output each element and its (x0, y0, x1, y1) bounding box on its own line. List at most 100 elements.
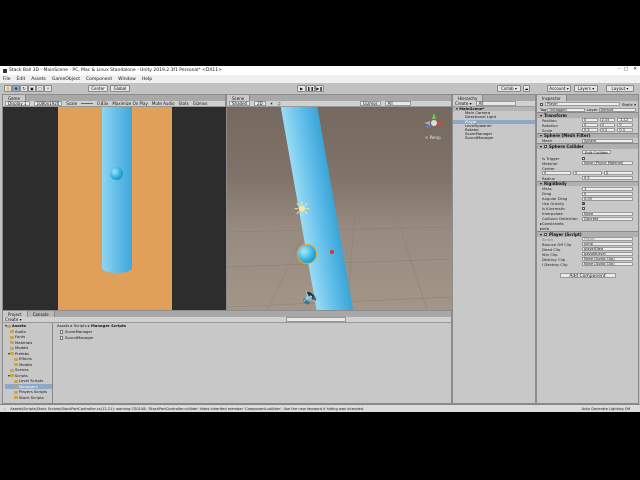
is-kinematic-checkbox[interactable] (582, 207, 585, 210)
dead-clip-field[interactable]: playerDied (582, 247, 633, 251)
gizmos-dropdown[interactable]: Gizmos (193, 101, 208, 106)
interpolate-dropdown[interactable]: None (582, 211, 633, 216)
tree-item[interactable]: Stack Scripts (5, 395, 52, 401)
hierarchy-item-sound-manager[interactable]: SoundManager (453, 136, 535, 140)
center-y[interactable]: 0 (573, 171, 602, 175)
project-create-dropdown[interactable]: Create ▾ (5, 317, 22, 322)
step-button[interactable]: ▶❚ (315, 84, 324, 92)
maximize-on-play-toggle[interactable]: Maximize On Play (112, 101, 148, 106)
space-toggle[interactable]: Global (110, 84, 130, 92)
tab-game[interactable]: Game (3, 95, 26, 101)
pause-button[interactable]: ❚❚ (306, 84, 315, 92)
transform-tool-icon[interactable]: ✧ (44, 84, 52, 92)
collision-dropdown[interactable]: Discrete (582, 216, 633, 221)
close-icon[interactable]: ✕ (633, 67, 637, 72)
angular-drag-field[interactable]: 0.05 (582, 196, 633, 201)
rect-tool-icon[interactable]: ▢ (36, 84, 44, 92)
mute-audio-toggle[interactable]: Mute Audio (152, 101, 175, 106)
center-z[interactable]: 0 (604, 171, 633, 175)
menu-gameobject[interactable]: GameObject (52, 77, 80, 82)
game-camera-view (58, 107, 172, 310)
menu-bar: File Edit Assets GameObject Component Wi… (0, 75, 640, 83)
project-tree: ▾ Assets Audio Fonts Materials Models ▾ Pr… (3, 323, 53, 404)
pole (102, 107, 132, 273)
lighting-toggle-icon[interactable]: ☀ (270, 101, 274, 106)
rotate-tool-icon[interactable]: ↻ (20, 84, 28, 92)
mass-field[interactable]: 1 (582, 186, 633, 191)
material-field[interactable]: None (Physic Material) (582, 161, 633, 165)
edit-collider-button[interactable]: Edit Collider (582, 149, 612, 155)
center-x[interactable]: 0 (542, 171, 571, 175)
move-gizmo-icon[interactable] (330, 250, 334, 254)
stats-toggle[interactable]: Stats (179, 101, 189, 106)
tag-dropdown[interactable]: Untagged (547, 107, 585, 112)
scene-search-input[interactable]: All (384, 101, 411, 106)
win-clip-field[interactable]: passedLevel (582, 252, 633, 256)
layers-dropdown[interactable]: Layers ▾ (574, 84, 598, 92)
pivot-toggle[interactable]: Center (88, 84, 108, 92)
scene-player-ball[interactable] (297, 244, 317, 264)
perspective-label[interactable]: < Persp (425, 135, 441, 140)
rotation-z[interactable]: 0 (617, 123, 634, 127)
move-tool-icon[interactable]: ✥ (12, 84, 20, 92)
layout-dropdown[interactable]: Layout ▾ (606, 84, 634, 92)
tab-console[interactable]: Console (27, 311, 55, 317)
add-component-button[interactable]: Add Component (559, 272, 616, 278)
game-viewport[interactable] (3, 107, 226, 310)
player-script-checkbox[interactable] (544, 232, 548, 236)
audio-toggle-icon[interactable]: ♫ (277, 101, 281, 106)
rotation-y[interactable]: 0 (599, 123, 616, 127)
position-z[interactable]: -1.12 (617, 118, 634, 122)
i-destroy-clip-field[interactable]: None (Audio Clip) (582, 262, 633, 266)
resolution-dropdown[interactable]: 1080x1920 (33, 101, 63, 106)
position-y[interactable]: 2.15 (599, 118, 616, 122)
2d-toggle[interactable]: 2D (254, 101, 266, 106)
project-search-input[interactable] (285, 317, 346, 322)
minimize-icon[interactable]: – (618, 67, 620, 72)
menu-assets[interactable]: Assets (31, 77, 46, 82)
scene-gizmos-dropdown[interactable]: Gizmos (359, 101, 381, 106)
destroy-clip-field[interactable]: None (Audio Clip) (582, 257, 633, 261)
directional-light-icon[interactable]: ☀ (292, 199, 312, 219)
scale-tool-icon[interactable]: ▣ (28, 84, 36, 92)
account-dropdown[interactable]: Account ▾ (547, 84, 571, 92)
drag-field[interactable]: 0 (582, 191, 633, 196)
position-x[interactable]: 0 (582, 118, 598, 122)
orientation-gizmo[interactable] (423, 112, 445, 134)
is-trigger-checkbox[interactable] (582, 156, 585, 160)
menu-help[interactable]: Help (142, 77, 152, 82)
use-gravity-checkbox[interactable] (582, 202, 585, 205)
mesh-field[interactable]: Sphere (582, 138, 633, 143)
rotation-x[interactable]: 0 (582, 123, 598, 127)
tab-scene[interactable]: Scene (227, 95, 251, 101)
status-bar[interactable]: ⚠ Assets\Scripts\Stack Scripts\StackPart… (0, 404, 640, 412)
audio-source-icon[interactable]: 🔈 (302, 287, 322, 305)
play-button[interactable]: ▶ (297, 84, 306, 92)
static-dropdown[interactable]: Static ▾ (622, 102, 636, 107)
radius-field[interactable]: 0.5 (582, 176, 633, 180)
tab-inspector[interactable]: Inspector (537, 95, 567, 101)
menu-file[interactable]: File (3, 77, 11, 82)
scene-viewport[interactable]: ☀ 🔈 < Persp (227, 107, 452, 310)
inspector-panel: Inspector Player Static ▾ Tag Untagged L… (536, 94, 639, 404)
object-name-field[interactable]: Player (545, 102, 621, 106)
scale-slider[interactable] (81, 103, 94, 104)
scale-z[interactable]: 0.3 (617, 128, 634, 132)
sphere-collider-checkbox[interactable] (544, 144, 548, 148)
bounce-off-clip-field[interactable]: jump (582, 242, 633, 246)
status-message[interactable]: Assets\Scripts\Stack Scripts\StackPartCo… (10, 407, 364, 411)
file-item[interactable]: SoundManager (54, 335, 452, 341)
scale-x[interactable]: 0.3 (582, 128, 598, 132)
collab-dropdown[interactable]: Collab ▾ (497, 84, 521, 92)
scale-y[interactable]: 0.3 (599, 128, 616, 132)
shading-dropdown[interactable]: Shaded (229, 101, 251, 106)
menu-window[interactable]: Window (118, 77, 136, 82)
hand-tool-icon[interactable]: ✋ (4, 84, 12, 92)
active-checkbox[interactable] (540, 102, 543, 106)
menu-edit[interactable]: Edit (17, 77, 26, 82)
cloud-icon[interactable]: ☁ (523, 84, 530, 92)
maximize-icon[interactable]: □ (624, 67, 628, 72)
display-dropdown[interactable]: Display 1 (5, 101, 30, 106)
menu-component[interactable]: Component (86, 77, 112, 82)
layer-dropdown[interactable]: Default (598, 107, 636, 112)
